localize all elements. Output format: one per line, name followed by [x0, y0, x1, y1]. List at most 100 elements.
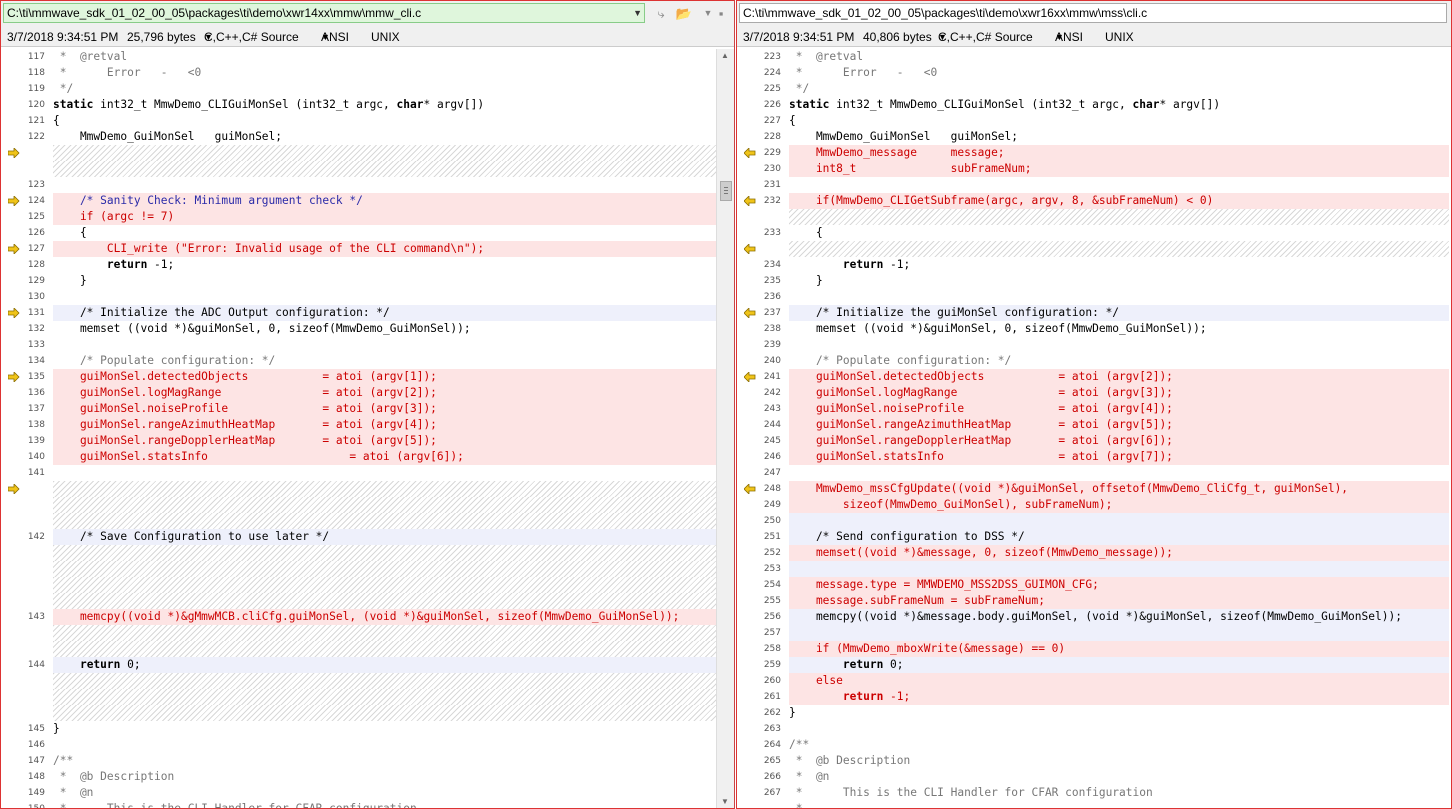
line-number: 139: [27, 436, 45, 446]
line-number: 228: [763, 132, 781, 142]
diff-arrow-icon[interactable]: [744, 196, 756, 206]
code-line: 239: [737, 337, 1449, 353]
code-line: 118 * Error - <0: [1, 65, 716, 81]
line-text: [789, 513, 1449, 529]
line-number: 264: [763, 740, 781, 750]
code-line: 235 }: [737, 273, 1449, 289]
code-line: 263: [737, 721, 1449, 737]
line-text: static int32_t MmwDemo_CLIGuiMonSel (int…: [789, 98, 1221, 111]
line-number: 223: [763, 52, 781, 62]
line-number: 149: [27, 788, 45, 798]
code-line: 251 /* Send configuration to DSS */: [737, 529, 1449, 545]
code-line: 242 guiMonSel.logMagRange = atoi (argv[3…: [737, 385, 1449, 401]
code-line: [1, 673, 716, 689]
copy-to-right-icon[interactable]: ⤷: [651, 4, 671, 23]
line-number: 131: [27, 308, 45, 318]
line-number: 235: [763, 276, 781, 286]
line-text: [53, 289, 716, 305]
code-line: 266 * @n: [737, 769, 1449, 785]
line-number: 242: [763, 388, 781, 398]
line-number: 252: [763, 548, 781, 558]
line-text: else: [789, 673, 1449, 689]
line-text: [789, 721, 1449, 737]
right-path-bar: C:\ti\mmwave_sdk_01_02_00_05\packages\ti…: [737, 1, 1451, 27]
code-line: [1, 513, 716, 529]
left-path-input[interactable]: C:\ti\mmwave_sdk_01_02_00_05\packages\ti…: [3, 3, 645, 23]
code-line: 262}: [737, 705, 1449, 721]
line-number: 258: [763, 644, 781, 654]
code-line: 138 guiMonSel.rangeAzimuthHeatMap = atoi…: [1, 417, 716, 433]
right-code-view[interactable]: 223 * @retval 224 * Error - <0 225 */226st…: [737, 49, 1449, 808]
code-line: [1, 497, 716, 513]
diff-arrow-icon[interactable]: [744, 148, 756, 158]
diff-arrow-icon[interactable]: [744, 372, 756, 382]
line-text: [53, 481, 716, 497]
open-folder-icon[interactable]: 📂: [674, 4, 694, 23]
line-number: 257: [763, 628, 781, 638]
line-number: 255: [763, 596, 781, 606]
line-text: /* Sanity Check: Minimum argument check …: [53, 193, 716, 209]
diff-arrow-icon[interactable]: [8, 484, 20, 494]
code-line: 238 memset ((void *)&guiMonSel, 0, sizeo…: [737, 321, 1449, 337]
diff-arrow-icon[interactable]: [744, 308, 756, 318]
scroll-down-icon[interactable]: ▼: [721, 797, 729, 806]
code-line: 117 * @retval: [1, 49, 716, 65]
diff-arrow-icon[interactable]: [744, 484, 756, 494]
save-icon[interactable]: ▪: [711, 4, 731, 23]
line-text: [789, 209, 1449, 225]
code-line: 125 if (argc != 7): [1, 209, 716, 225]
line-text: guiMonSel.statsInfo = atoi (argv[7]);: [789, 449, 1449, 465]
diff-arrow-icon[interactable]: [744, 244, 756, 254]
code-line: 250: [737, 513, 1449, 529]
code-line: [737, 209, 1449, 225]
line-text: [53, 177, 716, 193]
line-number: 247: [763, 468, 781, 478]
line-text: return -1;: [106, 258, 175, 271]
code-line: 146: [1, 737, 716, 753]
scroll-thumb[interactable]: [720, 181, 732, 201]
line-text: /**: [53, 754, 74, 767]
line-text: * @n: [53, 786, 94, 799]
line-text: MmwDemo_GuiMonSel guiMonSel;: [53, 130, 283, 143]
line-number: 144: [27, 660, 45, 670]
line-text: guiMonSel.noiseProfile = atoi (argv[3]);: [53, 401, 716, 417]
left-code-view[interactable]: 117 * @retval 118 * Error - <0 119 */120st…: [1, 49, 716, 808]
code-line: 232 if(MmwDemo_CLIGetSubframe(argc, argv…: [737, 193, 1449, 209]
diff-arrow-icon[interactable]: [8, 308, 20, 318]
dropdown-caret-icon: ▼: [1055, 32, 1064, 42]
line-number: 148: [27, 772, 45, 782]
line-text: /* Send configuration to DSS */: [789, 529, 1449, 545]
line-number: 134: [27, 356, 45, 366]
line-text: * This is the CLI Handler for CFAR confi…: [789, 786, 1153, 799]
code-line: [1, 625, 716, 641]
line-number: 229: [763, 148, 781, 158]
diff-arrow-icon[interactable]: [8, 372, 20, 382]
diff-arrow-icon[interactable]: [8, 196, 20, 206]
code-line: 131 /* Initialize the ADC Output configu…: [1, 305, 716, 321]
diff-arrow-icon[interactable]: [8, 148, 20, 158]
line-text: /* Initialize the ADC Output configurati…: [53, 305, 716, 321]
left-vertical-scrollbar[interactable]: ▲ ▼: [716, 49, 734, 808]
line-text: * @n: [789, 770, 830, 783]
dropdown-caret-icon[interactable]: ▼: [633, 4, 642, 22]
line-text: memset ((void *)&guiMonSel, 0, sizeof(Mm…: [789, 322, 1207, 335]
line-number: 260: [763, 676, 781, 686]
code-line: 245 guiMonSel.rangeDopplerHeatMap = atoi…: [737, 433, 1449, 449]
line-text: /* Initialize the guiMonSel configuratio…: [789, 305, 1449, 321]
line-text: [53, 561, 716, 577]
line-text: {: [53, 114, 60, 127]
line-text: [53, 705, 716, 721]
line-number: 249: [763, 500, 781, 510]
scroll-up-icon[interactable]: ▲: [721, 51, 729, 60]
line-number: 241: [763, 372, 781, 382]
line-text: [789, 465, 1449, 481]
code-line: 150 * This is the CLI Handler for CFAR c…: [1, 801, 716, 808]
line-number: 132: [27, 324, 45, 334]
line-text: * @b Description: [53, 770, 175, 783]
diff-arrow-icon[interactable]: [8, 244, 20, 254]
line-text: [53, 641, 716, 657]
line-number: 225: [763, 84, 781, 94]
code-line: [1, 145, 716, 161]
right-path-input[interactable]: C:\ti\mmwave_sdk_01_02_00_05\packages\ti…: [739, 3, 1447, 23]
code-line: 128 return -1;: [1, 257, 716, 273]
